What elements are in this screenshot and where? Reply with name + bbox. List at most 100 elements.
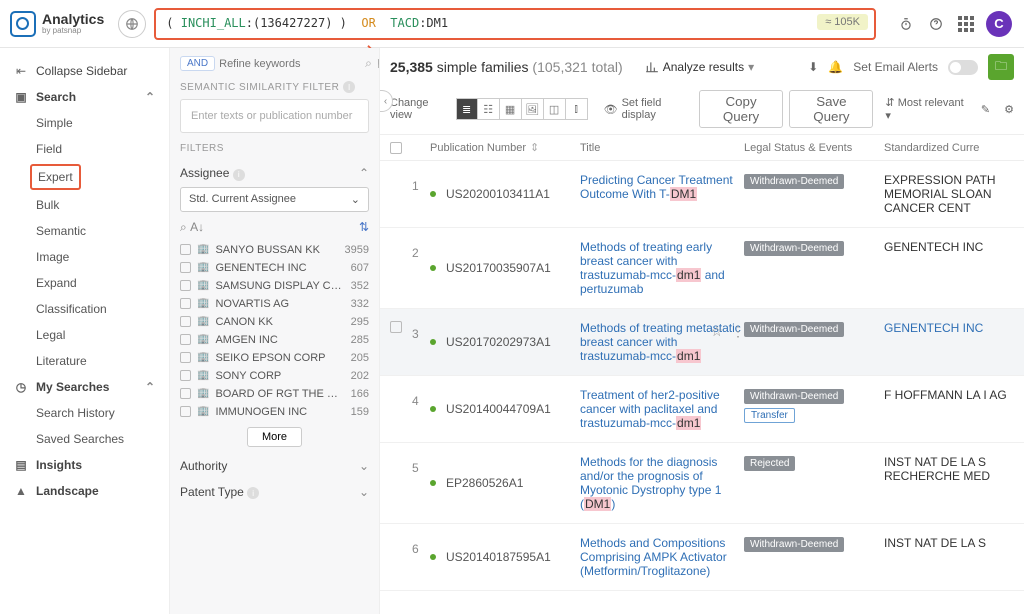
sort-icon[interactable]: ⇕ [530, 141, 539, 154]
save-query-button[interactable]: Save Query [789, 90, 873, 128]
search-icon[interactable]: ⌕ [365, 56, 372, 71]
filter-assignee-item[interactable]: 🏢SONY CORP202 [180, 367, 369, 385]
checkbox[interactable] [180, 298, 191, 309]
result-title-link[interactable]: Treatment of her2-positive cancer with p… [580, 388, 720, 430]
publication-number[interactable]: US20140187595A1 [446, 550, 551, 564]
email-alerts-toggle[interactable] [948, 60, 978, 75]
checkbox[interactable] [180, 316, 191, 327]
sidebar-item-search-history[interactable]: Search History [0, 400, 169, 426]
assignee-name[interactable]: INST NAT DE LA S [884, 536, 986, 550]
download-icon[interactable]: ⬇ [808, 60, 818, 74]
sort-select[interactable]: ⇵ Most relevant ▾ [885, 96, 966, 122]
assignee-name[interactable]: INST NAT DE LA S RECHERCHE MED [884, 455, 990, 483]
checkbox[interactable] [180, 406, 191, 417]
sidebar-item-field[interactable]: Field [0, 136, 169, 162]
checkbox[interactable] [180, 334, 191, 345]
sidebar-my-searches-header[interactable]: ◷My Searches⌃ [0, 374, 169, 400]
header-legal[interactable]: Legal Status & Events [744, 142, 884, 154]
result-row[interactable]: 3US20170202973A1Methods of treating meta… [380, 309, 1024, 376]
filter-assignee-item[interactable]: 🏢AMGEN INC285 [180, 331, 369, 349]
result-row[interactable]: 5EP2860526A1Methods for the diagnosis an… [380, 443, 1024, 524]
result-row[interactable]: 6US20140187595A1Methods and Compositions… [380, 524, 1024, 591]
header-publication[interactable]: Publication Number⇕ [430, 141, 580, 154]
star-icon[interactable]: ☆ [710, 323, 723, 340]
result-row[interactable]: 2US20170035907A1Methods of treating earl… [380, 228, 1024, 309]
sidebar-insights-header[interactable]: ▤Insights [0, 452, 169, 478]
filter-assignee-item[interactable]: 🏢NOVARTIS AG332 [180, 295, 369, 313]
assignee-type-select[interactable]: Std. Current Assignee⌄ [180, 187, 369, 212]
filter-assignee-item[interactable]: 🏢IMMUNOGEN INC159 [180, 403, 369, 421]
header-title[interactable]: Title [580, 142, 744, 154]
refine-keywords-input[interactable] [219, 58, 361, 70]
gear-icon[interactable]: ⚙ [1004, 103, 1014, 116]
apps-grid-icon[interactable] [956, 14, 976, 34]
publication-number[interactable]: US20200103411A1 [446, 187, 550, 201]
sort-bars-icon[interactable]: ⇅ [359, 220, 369, 234]
result-title-link[interactable]: Methods for the diagnosis and/or the pro… [580, 455, 721, 511]
set-field-display-button[interactable]: 👁 Set field display [604, 97, 693, 121]
filter-assignee-item[interactable]: 🏢GENENTECH INC607 [180, 259, 369, 277]
assignee-name[interactable]: F HOFFMANN LA I AG [884, 388, 1007, 402]
query-input[interactable] [154, 8, 876, 40]
folder-add-button[interactable]: 🗀 [988, 54, 1014, 80]
semantic-input-box[interactable]: Enter texts or publication number [180, 99, 369, 133]
copy-query-button[interactable]: Copy Query [699, 90, 784, 128]
sidebar-item-semantic[interactable]: Semantic [0, 218, 169, 244]
assignee-name[interactable]: EXPRESSION PATH MEMORIAL SLOAN CANCER CE… [884, 173, 996, 215]
sidebar-item-expand[interactable]: Expand [0, 270, 169, 296]
result-title-link[interactable]: Methods and Compositions Comprising AMPK… [580, 536, 727, 578]
info-icon[interactable]: i [233, 169, 245, 181]
checkbox[interactable] [180, 262, 191, 273]
publication-number[interactable]: US20170202973A1 [446, 335, 551, 349]
filter-patent-type-header[interactable]: Patent Type i⌄ [180, 479, 369, 506]
sidebar-item-saved-searches[interactable]: Saved Searches [0, 426, 169, 452]
more-actions-icon[interactable]: ⋮ [731, 323, 744, 340]
pencil-icon[interactable]: ✎ [981, 103, 990, 116]
sidebar-search-header[interactable]: ▣Search⌃ [0, 84, 169, 110]
operator-and-pill[interactable]: AND [180, 56, 215, 71]
sidebar-item-legal[interactable]: Legal [0, 322, 169, 348]
publication-number[interactable]: US20170035907A1 [446, 261, 551, 275]
checkbox[interactable] [180, 280, 191, 291]
assignee-name[interactable]: GENENTECH INC [884, 321, 983, 335]
globe-icon[interactable] [118, 10, 146, 38]
checkbox[interactable] [180, 370, 191, 381]
filter-assignee-item[interactable]: 🏢SANYO BUSSAN KK3959 [180, 241, 369, 259]
filter-assignee-item[interactable]: 🏢BOARD OF RGT THE UNIV OF TEXAS SYST166 [180, 385, 369, 403]
sidebar-item-expert[interactable]: Expert [30, 164, 81, 190]
view-image-icon[interactable]: 🖼 [522, 98, 544, 120]
sidebar-item-bulk[interactable]: Bulk [0, 192, 169, 218]
filter-assignee-item[interactable]: 🏢SEIKO EPSON CORP205 [180, 349, 369, 367]
publication-number[interactable]: US20140044709A1 [446, 402, 551, 416]
view-side-icon[interactable]: ◫ [544, 98, 566, 120]
info-icon[interactable]: i [247, 487, 259, 499]
result-row[interactable]: 4US20140044709A1Treatment of her2-positi… [380, 376, 1024, 443]
view-grid-icon[interactable]: ▦ [500, 98, 522, 120]
filter-assignee-item[interactable]: 🏢SAMSUNG DISPLAY CO LTD352 [180, 277, 369, 295]
assignee-name[interactable]: GENENTECH INC [884, 240, 983, 254]
publication-number[interactable]: EP2860526A1 [446, 476, 523, 490]
sidebar-item-simple[interactable]: Simple [0, 110, 169, 136]
filter-assignee-header[interactable]: Assignee i⌃ [180, 160, 369, 187]
checkbox[interactable] [180, 244, 191, 255]
result-row[interactable]: 1US20200103411A1Predicting Cancer Treatm… [380, 161, 1024, 228]
select-all-checkbox[interactable] [390, 142, 402, 154]
row-checkbox[interactable] [390, 321, 402, 333]
result-title-link[interactable]: Methods of treating early breast cancer … [580, 240, 725, 296]
sidebar-item-image[interactable]: Image [0, 244, 169, 270]
filter-assignee-item[interactable]: 🏢CANON KK295 [180, 313, 369, 331]
checkbox[interactable] [180, 352, 191, 363]
header-assignee[interactable]: Standardized Curre [884, 142, 1014, 154]
analyze-results-button[interactable]: Analyze results ▾ [645, 60, 754, 74]
sidebar-item-classification[interactable]: Classification [0, 296, 169, 322]
sort-az-icon[interactable]: A↓ [190, 220, 204, 234]
more-button[interactable]: More [247, 427, 302, 447]
view-bar-icon[interactable]: ⫾ [566, 98, 588, 120]
result-title-link[interactable]: Predicting Cancer Treatment Outcome With… [580, 173, 733, 201]
help-icon[interactable] [926, 14, 946, 34]
user-avatar[interactable]: C [986, 11, 1012, 37]
collapse-sidebar-button[interactable]: ⇤Collapse Sidebar [0, 58, 169, 84]
sidebar-landscape-header[interactable]: ▲Landscape [0, 478, 169, 504]
info-icon[interactable]: i [343, 81, 355, 93]
sidebar-item-literature[interactable]: Literature [0, 348, 169, 374]
